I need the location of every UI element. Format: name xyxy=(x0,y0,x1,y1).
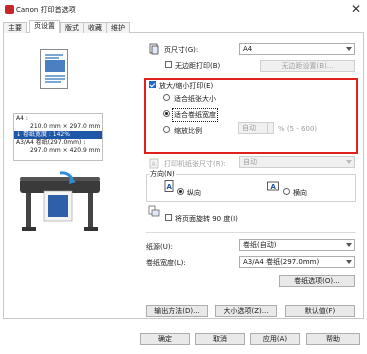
tab-main[interactable]: 主要 xyxy=(3,22,27,33)
fit-page-radio[interactable] xyxy=(163,94,170,101)
page-size-icon xyxy=(148,43,160,55)
spin-buttons[interactable] xyxy=(267,123,273,133)
orientation-title: 方向(N) xyxy=(149,169,176,179)
portrait-label: 纵向 xyxy=(187,189,201,197)
rotate-checkbox[interactable] xyxy=(165,214,172,221)
borderless-checkbox[interactable] xyxy=(165,61,172,68)
roll-width-select[interactable]: A3/A4 卷纸(297.0mm) xyxy=(239,256,355,268)
title-bar: Canon 打印首选项 ✕ xyxy=(0,0,367,20)
size-options-button[interactable]: 大小选项(Z)... xyxy=(215,305,277,317)
fit-page-label: 适合纸张大小 xyxy=(174,95,216,103)
canon-logo-icon xyxy=(5,5,14,14)
chevron-down-icon xyxy=(346,160,352,164)
borderless-label: 无边距打印(B) xyxy=(175,62,221,70)
tab-layout[interactable]: 版式 xyxy=(60,22,84,33)
roll-options-button[interactable]: 卷纸选项(O)... xyxy=(279,275,355,287)
paper-source-select[interactable]: 卷纸(自动) xyxy=(239,239,355,251)
borderless-settings-button[interactable]: 无边距设置(B)... xyxy=(260,60,355,72)
chevron-down-icon xyxy=(346,47,352,51)
scale-ratio-radio[interactable] xyxy=(163,126,170,133)
roll-width-label: 卷纸宽度(L): xyxy=(146,259,186,267)
divider xyxy=(146,232,356,233)
defaults-button[interactable]: 默认值(F) xyxy=(285,305,355,317)
tab-favorites[interactable]: 收藏 xyxy=(83,22,107,33)
selected-info-row: ↓ 卷纸宽度 : 142% xyxy=(14,131,102,139)
landscape-radio[interactable] xyxy=(283,188,290,195)
chevron-down-icon xyxy=(346,260,352,264)
scale-ratio-label: 缩放比例 xyxy=(174,127,202,135)
window-title: Canon 打印首选项 xyxy=(16,6,76,14)
page-size-label: 页尺寸(G): xyxy=(164,46,199,54)
portrait-radio[interactable] xyxy=(177,188,184,195)
tab-bar: 主要 页设置 版式 收藏 维护 xyxy=(3,20,364,34)
tab-maintenance[interactable]: 维护 xyxy=(106,22,130,33)
scale-ratio-hint: % (5 - 600) xyxy=(278,125,318,133)
scaling-label: 放大/缩小打印(E) xyxy=(159,82,214,90)
fit-roll-width-label: 适合卷纸宽度 xyxy=(172,108,218,122)
tab-page-setup[interactable]: 页设置 xyxy=(29,20,60,34)
cancel-button[interactable]: 取消 xyxy=(195,333,245,345)
printer-paper-icon: A xyxy=(148,157,160,169)
apply-button[interactable]: 应用(A) xyxy=(250,333,300,345)
portrait-icon: A xyxy=(163,180,175,192)
landscape-icon: A xyxy=(267,180,279,192)
chevron-down-icon xyxy=(346,243,352,247)
printer-paper-size-select[interactable]: 自动 xyxy=(239,156,355,168)
scaling-checkbox[interactable] xyxy=(149,81,156,88)
output-method-button[interactable]: 输出方法(D)... xyxy=(146,305,208,317)
landscape-label: 横向 xyxy=(293,189,307,197)
scale-ratio-input[interactable]: 自动 xyxy=(238,122,274,134)
help-button[interactable]: 帮助 xyxy=(306,333,360,345)
ok-button[interactable]: 确定 xyxy=(140,333,190,345)
printer-paper-size-label: 打印机纸张尺寸(R): xyxy=(164,160,226,168)
rotate-page-icon xyxy=(148,205,160,217)
paper-source-label: 纸源(U): xyxy=(146,243,173,251)
fit-roll-width-radio[interactable] xyxy=(163,110,170,117)
printer-illustration-icon xyxy=(20,171,100,231)
rotate-label: 将页面旋转 90 度(I) xyxy=(175,215,238,223)
page-size-select[interactable]: A4 xyxy=(239,43,355,55)
preview-image xyxy=(45,60,65,72)
svg-text:A: A xyxy=(271,183,277,191)
page-preview xyxy=(40,49,68,89)
close-icon[interactable]: ✕ xyxy=(351,2,361,16)
svg-text:A: A xyxy=(167,183,173,191)
size-info-list: A4 : 210.0 mm × 297.0 mm ↓ 卷纸宽度 : 142% A… xyxy=(13,113,103,161)
